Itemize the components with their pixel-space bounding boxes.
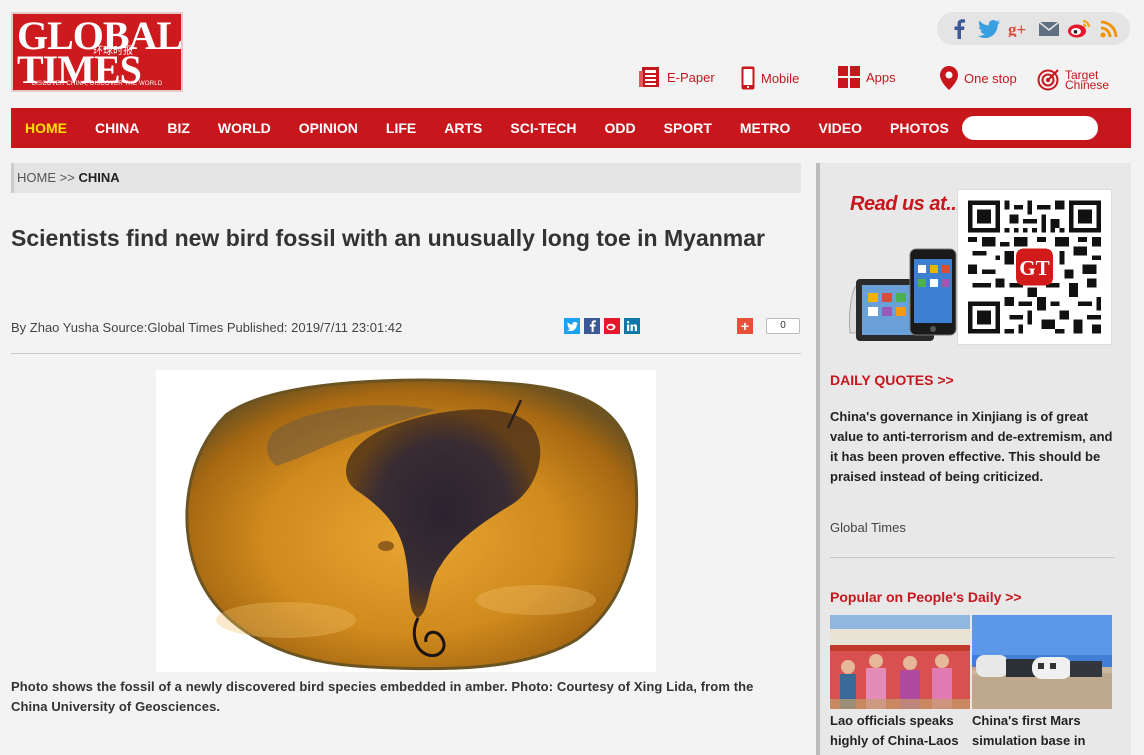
breadcrumb: HOME >> CHINA xyxy=(11,163,801,193)
search-input[interactable] xyxy=(962,116,1098,140)
mobile-link[interactable]: Mobile xyxy=(741,66,799,90)
nav-biz[interactable]: BIZ xyxy=(153,108,204,148)
nav-china[interactable]: CHINA xyxy=(81,108,153,148)
share-count: 0 xyxy=(766,318,800,334)
map-pin-icon xyxy=(940,66,958,90)
sidebar: Read us at... GT DAILY QUOTES >> China's… xyxy=(816,163,1131,755)
apps-label: Apps xyxy=(866,69,896,85)
popular-thumb-lao-officials[interactable] xyxy=(830,615,970,709)
popular-caption-mars-base[interactable]: China's first Mars simulation base in xyxy=(972,711,1117,751)
share-twitter-icon[interactable] xyxy=(564,318,580,334)
nav-video[interactable]: VIDEO xyxy=(804,108,876,148)
share-facebook-icon[interactable] xyxy=(584,318,600,334)
qr-code[interactable]: GT xyxy=(957,189,1112,345)
devices-illustration xyxy=(846,241,961,345)
weibo-icon[interactable] xyxy=(1067,17,1091,41)
share-buttons xyxy=(564,318,640,334)
amber-fossil-photo xyxy=(156,370,656,672)
mobile-phone-icon xyxy=(741,66,755,90)
nav-odd[interactable]: ODD xyxy=(591,108,650,148)
svg-text:g+: g+ xyxy=(1008,21,1026,37)
facebook-icon[interactable] xyxy=(947,17,971,41)
rss-icon[interactable] xyxy=(1097,17,1121,41)
popular-thumb-mars-base[interactable] xyxy=(972,615,1112,709)
nav-opinion[interactable]: OPINION xyxy=(285,108,372,148)
article-divider xyxy=(11,353,801,354)
logo-tagline: DISCOVER CHINA, DISCOVER THE WORLD xyxy=(31,81,163,87)
popular-peoples-daily-link[interactable]: Popular on People's Daily >> xyxy=(830,589,1022,605)
sidebar-divider xyxy=(830,557,1115,558)
quote-source: Global Times xyxy=(830,520,906,535)
target-chinese-label: Target Chinese xyxy=(1065,68,1110,92)
svg-text:GT: GT xyxy=(1019,256,1049,280)
nav-world[interactable]: WORLD xyxy=(204,108,285,148)
page: GLOBAL 环球时报 TIMES DISCOVER CHINA, DISCOV… xyxy=(0,0,1144,755)
target-icon xyxy=(1037,69,1059,91)
breadcrumb-home[interactable]: HOME xyxy=(17,170,56,185)
one-stop-link[interactable]: One stop xyxy=(940,66,1017,90)
mobile-label: Mobile xyxy=(761,70,800,86)
nav-arts[interactable]: ARTS xyxy=(430,108,496,148)
popular-caption-lao-officials[interactable]: Lao officials speaks highly of China-Lao… xyxy=(830,711,975,751)
google-plus-icon[interactable]: g+ xyxy=(1007,17,1031,41)
nav-sport[interactable]: SPORT xyxy=(650,108,726,148)
target-chinese-link[interactable]: Target Chinese xyxy=(1037,69,1109,91)
article-title: Scientists find new bird fossil with an … xyxy=(11,225,765,251)
nav-sci-tech[interactable]: SCI-TECH xyxy=(496,108,590,148)
breadcrumb-separator: >> xyxy=(59,170,75,185)
twitter-icon[interactable] xyxy=(977,17,1001,41)
one-stop-label: One stop xyxy=(964,70,1017,86)
apps-link[interactable]: Apps xyxy=(838,66,896,88)
photo-caption: Photo shows the fossil of a newly discov… xyxy=(11,679,754,714)
social-bar: g+ xyxy=(937,12,1130,45)
main-nav: HOME CHINA BIZ WORLD OPINION LIFE ARTS S… xyxy=(11,108,1131,148)
newspaper-icon xyxy=(639,66,661,88)
share-linkedin-icon[interactable] xyxy=(624,318,640,334)
nav-photos[interactable]: PHOTOS xyxy=(876,108,963,148)
read-us-heading: Read us at... xyxy=(850,193,962,215)
article-byline: By Zhao Yusha Source:Global Times Publis… xyxy=(11,320,403,335)
share-weibo-icon[interactable] xyxy=(604,318,620,334)
daily-quote-text: China's governance in Xinjiang is of gre… xyxy=(830,409,1113,484)
breadcrumb-current[interactable]: CHINA xyxy=(78,170,119,185)
nav-metro[interactable]: METRO xyxy=(726,108,805,148)
nav-life[interactable]: LIFE xyxy=(372,108,430,148)
daily-quotes-link[interactable]: DAILY QUOTES >> xyxy=(830,372,954,388)
epaper-label: E-Paper xyxy=(667,69,715,85)
apps-grid-icon xyxy=(838,66,860,88)
email-icon[interactable] xyxy=(1037,17,1061,41)
global-times-logo[interactable]: GLOBAL 环球时报 TIMES DISCOVER CHINA, DISCOV… xyxy=(11,12,183,92)
nav-home[interactable]: HOME xyxy=(11,108,81,148)
add-share-plus-button[interactable]: + xyxy=(737,318,753,334)
epaper-link[interactable]: E-Paper xyxy=(639,66,715,88)
